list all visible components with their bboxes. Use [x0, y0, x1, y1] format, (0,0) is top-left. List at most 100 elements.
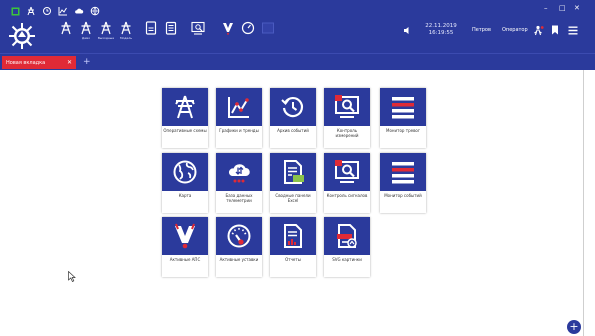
current-date: 22.11.2019	[425, 23, 457, 29]
tile-svg-pictures[interactable]: SVG картинки	[324, 217, 370, 277]
speaker-icon	[404, 26, 409, 34]
tile-icon-area	[270, 153, 316, 191]
user-name[interactable]: Петров	[472, 20, 491, 40]
tile-telemetry-database[interactable]: База данных телеметрии	[216, 153, 262, 213]
tile-event-monitor[interactable]: Монитор событий	[380, 153, 426, 213]
add-tab-button[interactable]: +	[83, 56, 91, 68]
line-chart-icon	[228, 97, 249, 118]
tile-label: Монитор событий	[384, 193, 422, 198]
tile-alarm-monitor[interactable]: Монитор тревог	[380, 88, 426, 148]
measurement-monitor-icon	[335, 95, 359, 118]
bookmark-icon	[552, 25, 558, 35]
tool-caption-demo: Демо	[81, 36, 91, 40]
mode-toolbar: Демо Выходные Модель	[56, 20, 136, 40]
globe-icon	[173, 160, 197, 184]
tile-reports[interactable]: Отчеты	[270, 217, 316, 277]
tile-icon-area	[216, 153, 262, 191]
panel-button[interactable]	[258, 20, 278, 36]
alarm-flash-icon	[175, 223, 195, 249]
tool-caption-model: Модель	[119, 36, 133, 40]
document-toolbar	[141, 20, 181, 36]
tile-map[interactable]: Карта	[162, 153, 208, 213]
open-document-button[interactable]	[141, 20, 161, 36]
tile-label: Архив событий	[277, 128, 309, 133]
tile-icon-area	[216, 88, 262, 126]
person-alert-icon	[534, 25, 544, 35]
model-mode-button[interactable]: Выходные	[96, 20, 116, 40]
substation-tower-icon	[175, 95, 195, 119]
clipboard-icon	[163, 20, 179, 36]
green-square-icon[interactable]	[10, 6, 20, 16]
tile-icon-area	[270, 217, 316, 255]
user-role[interactable]: Оператор	[502, 20, 528, 40]
demo-mode-button[interactable]	[56, 20, 76, 36]
tile-event-archive[interactable]: Архив событий	[270, 88, 316, 148]
main-menu-button[interactable]	[568, 20, 582, 40]
tile-charts-trends[interactable]: Графики и тренды	[216, 88, 262, 148]
tab-bar: Новая вкладка ✕ +	[0, 53, 595, 70]
tile-icon-area	[380, 88, 426, 126]
tile-label: Оперативные схемы	[163, 128, 207, 133]
cloud-icon[interactable]	[74, 6, 84, 16]
tower-extra-icon	[118, 20, 134, 36]
panel-icon	[260, 20, 276, 36]
tile-label: Сводные панели Excel	[275, 193, 311, 203]
tile-icon-area	[162, 153, 208, 191]
tile-active-alarms[interactable]: Активные АПС	[162, 217, 208, 277]
maximize-button[interactable]: □	[559, 4, 566, 12]
tile-icon-area	[324, 88, 370, 126]
current-time: 16:19:55	[428, 30, 454, 36]
tile-icon-area	[216, 217, 262, 255]
monitor-button[interactable]	[188, 20, 208, 36]
datetime-display: 22.11.2019 16:19:55	[418, 20, 464, 40]
cloud-database-icon	[228, 164, 250, 183]
tile-active-setpoints[interactable]: Активные уставки	[216, 217, 262, 277]
tab-label: Новая вкладка	[6, 59, 46, 66]
tile-label: Активные АПС	[169, 257, 201, 262]
open-clipboard-button[interactable]	[161, 20, 181, 36]
model-caption-holder: Модель	[116, 20, 136, 40]
tower-weekend-icon	[78, 20, 94, 36]
tile-label: База данных телеметрии	[225, 193, 253, 203]
document-icon	[143, 20, 159, 36]
tower-icon[interactable]	[26, 6, 36, 16]
tile-icon-area	[324, 153, 370, 191]
cursor-arrow-icon	[68, 270, 76, 282]
tower-demo-icon	[58, 20, 74, 36]
tile-icon-area	[324, 217, 370, 255]
history-icon[interactable]	[42, 6, 52, 16]
tile-label: Карта	[178, 193, 192, 198]
alarm-flash-icon	[220, 20, 236, 36]
app-header: Демо Выходные Модель 22.11.2019 16:19:55…	[0, 0, 595, 53]
report-icon	[284, 224, 302, 248]
tile-icon-area	[162, 88, 208, 126]
close-window-button[interactable]: ✕	[574, 4, 580, 12]
tile-label: Активные уставки	[219, 257, 259, 262]
gauge-button[interactable]	[238, 20, 258, 36]
tile-signal-control[interactable]: Контроль сигналов	[324, 153, 370, 213]
globe-icon[interactable]	[90, 6, 100, 16]
person-button[interactable]	[534, 20, 546, 40]
sound-toggle[interactable]	[403, 20, 415, 40]
minimize-button[interactable]: –	[544, 4, 548, 12]
tower-model-icon	[98, 20, 114, 36]
svg-image-icon	[337, 224, 357, 248]
tab-close-icon[interactable]: ✕	[67, 59, 72, 66]
magnifier-monitor-icon	[190, 20, 206, 36]
gauge-icon	[227, 224, 251, 248]
chart-icon[interactable]	[58, 6, 68, 16]
excel-document-icon	[284, 160, 304, 184]
tile-label: Графики и тренды	[219, 128, 259, 133]
tab-new[interactable]: Новая вкладка ✕	[2, 56, 76, 69]
monitor-toolbar	[188, 20, 208, 36]
tile-measurement-control[interactable]: Контроль измерений	[324, 88, 370, 148]
tile-label: SVG картинки	[332, 257, 362, 262]
add-widget-button[interactable]: +	[567, 320, 581, 334]
tile-operational-schemes[interactable]: Оперативные схемы	[162, 88, 208, 148]
tile-excel-panels[interactable]: Сводные панели Excel	[270, 153, 316, 213]
weekend-mode-button[interactable]: Демо	[76, 20, 96, 40]
tile-label: Отчеты	[285, 257, 301, 262]
alarm-button[interactable]	[218, 20, 238, 36]
history-icon	[281, 96, 303, 118]
bookmark-button[interactable]	[551, 20, 563, 40]
